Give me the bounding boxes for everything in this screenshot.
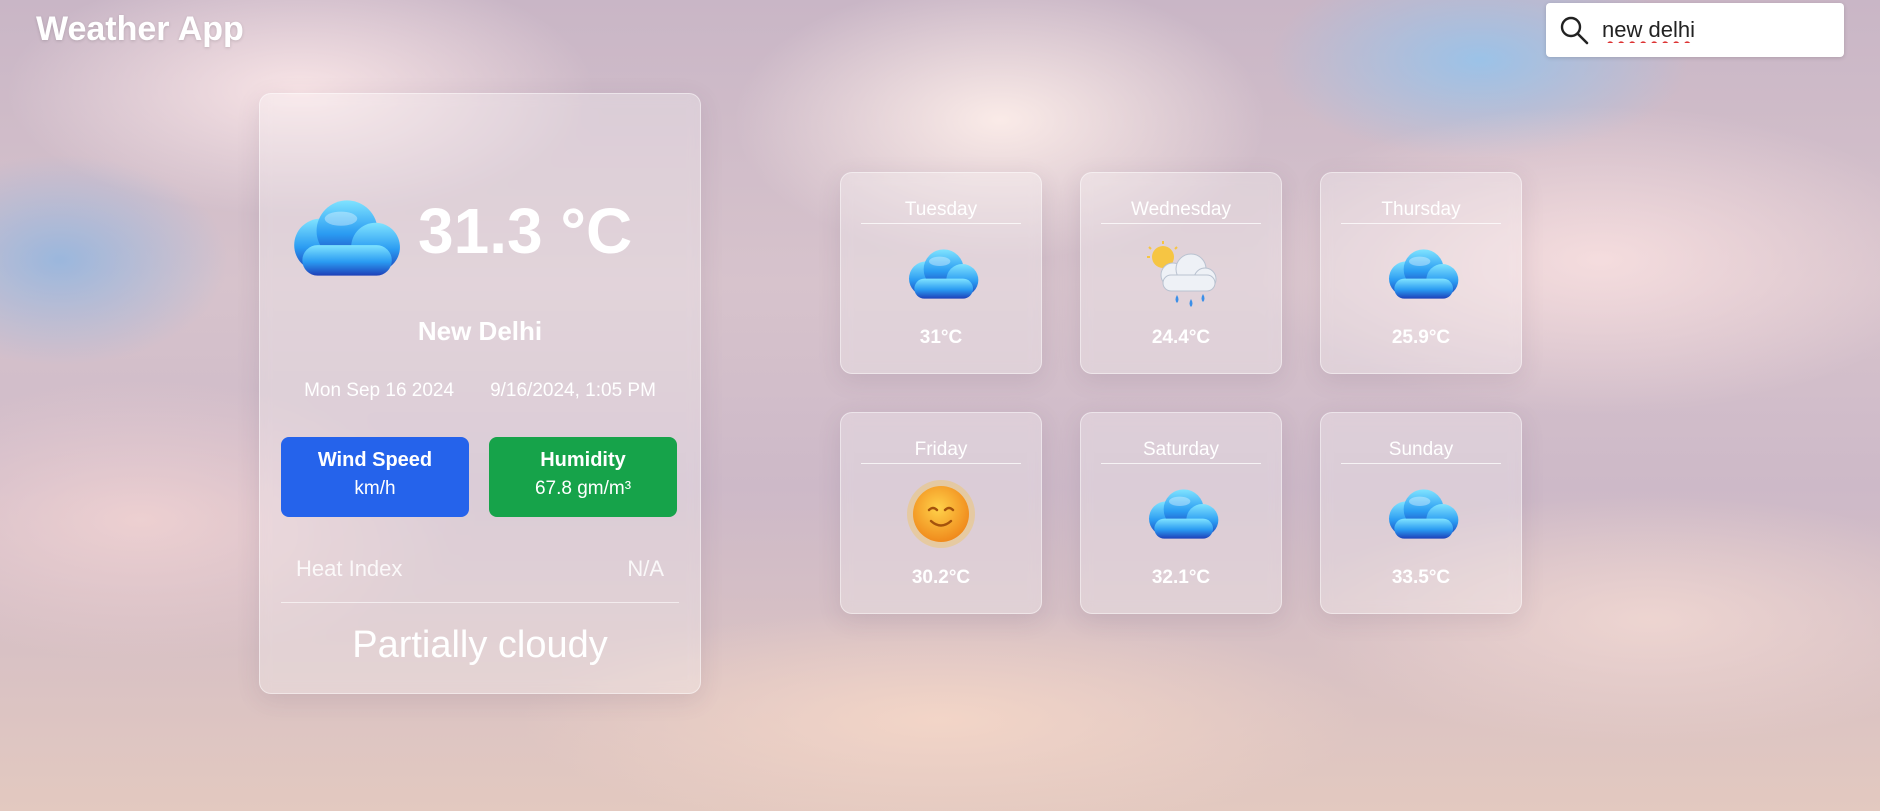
- forecast-temperature: 30.2°C: [911, 567, 971, 588]
- heat-index-row: Heat Index N/A: [296, 556, 664, 582]
- forecast-card-wednesday: Wednesday 24.4°C: [1080, 172, 1282, 374]
- cloud-icon: [282, 190, 404, 286]
- heat-index-label: Heat Index: [296, 556, 403, 581]
- forecast-day-name: Wednesday: [1101, 199, 1261, 224]
- humidity-value: 67.8 gm/m³: [534, 478, 632, 499]
- cloud-icon: [1381, 479, 1461, 549]
- search-bar[interactable]: [1546, 3, 1844, 57]
- forecast-card-friday: Friday 30.2°C: [840, 412, 1042, 614]
- wind-speed-value: km/h: [354, 478, 396, 499]
- current-weather-card: 31.3 °C New Delhi Mon Sep 16 2024 9/16/2…: [259, 93, 701, 694]
- humidity-box: Humidity 67.8 gm/m³: [489, 437, 677, 517]
- current-datetime: 9/16/2024, 1:05 PM: [490, 380, 656, 401]
- app-title: Weather App: [36, 10, 244, 48]
- forecast-day-name: Sunday: [1341, 439, 1501, 464]
- current-date: Mon Sep 16 2024: [304, 380, 455, 401]
- cloud-icon: [1381, 239, 1461, 309]
- forecast-temperature: 25.9°C: [1391, 327, 1451, 348]
- divider: [281, 602, 679, 603]
- forecast-card-sunday: Sunday 33.5°C: [1320, 412, 1522, 614]
- city-name: New Delhi: [417, 316, 543, 346]
- current-temperature: 31.3 °C: [418, 195, 633, 267]
- sun-icon: [907, 480, 975, 548]
- cloud-icon: [1141, 479, 1221, 549]
- forecast-card-thursday: Thursday 25.9°C: [1320, 172, 1522, 374]
- forecast-grid: Tuesday 31°C Wednesday 24.4°C Thursday 2…: [840, 172, 1522, 614]
- forecast-day-name: Thursday: [1341, 199, 1501, 224]
- forecast-temperature: 31°C: [919, 327, 963, 348]
- forecast-temperature: 32.1°C: [1151, 567, 1211, 588]
- sun-cloud-rain-icon: [1147, 241, 1217, 307]
- heat-index-value: N/A: [627, 556, 664, 581]
- search-icon[interactable]: [1558, 14, 1590, 46]
- forecast-day-name: Friday: [861, 439, 1021, 464]
- wind-speed-label: Wind Speed: [317, 449, 433, 471]
- humidity-label: Humidity: [540, 449, 626, 471]
- cloud-icon: [901, 239, 981, 309]
- weather-condition: Partially cloudy: [352, 624, 608, 666]
- wind-speed-box: Wind Speed km/h: [281, 437, 469, 517]
- forecast-day-name: Saturday: [1101, 439, 1261, 464]
- forecast-card-saturday: Saturday 32.1°C: [1080, 412, 1282, 614]
- forecast-day-name: Tuesday: [861, 199, 1021, 224]
- forecast-card-tuesday: Tuesday 31°C: [840, 172, 1042, 374]
- date-row: Mon Sep 16 2024 9/16/2024, 1:05 PM: [260, 380, 700, 402]
- search-input[interactable]: [1600, 16, 1834, 44]
- forecast-temperature: 24.4°C: [1151, 327, 1211, 348]
- forecast-temperature: 33.5°C: [1391, 567, 1451, 588]
